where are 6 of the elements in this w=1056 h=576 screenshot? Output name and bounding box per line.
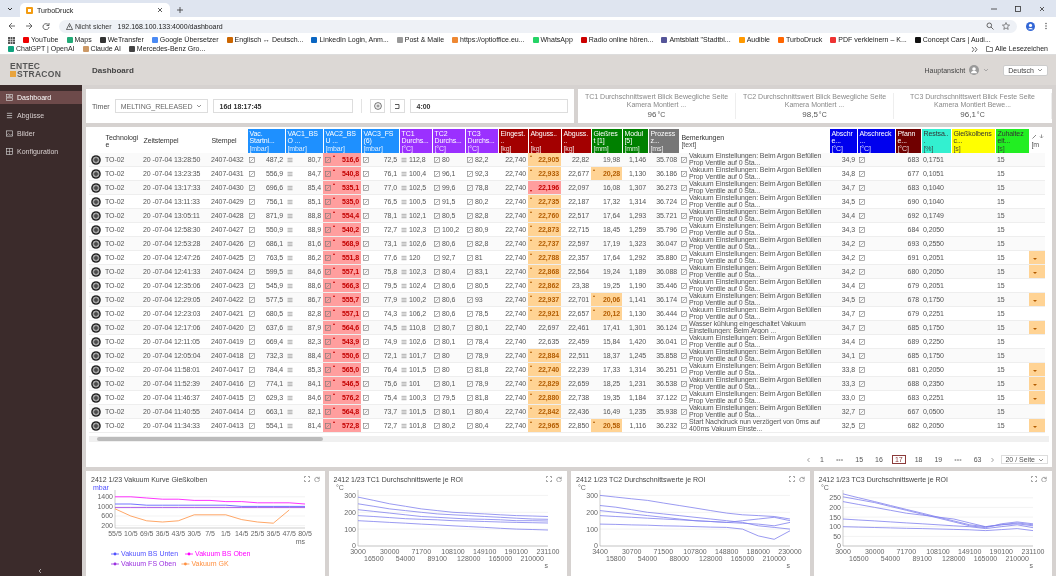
stat-value: 96	[647, 110, 657, 119]
stat-value: 96,1	[960, 110, 976, 119]
page-title: Dashboard	[92, 65, 134, 75]
logo-text: ENTEC	[10, 62, 42, 70]
stat-value: 98,5	[802, 110, 818, 119]
logo-text: STRACON	[17, 70, 62, 78]
